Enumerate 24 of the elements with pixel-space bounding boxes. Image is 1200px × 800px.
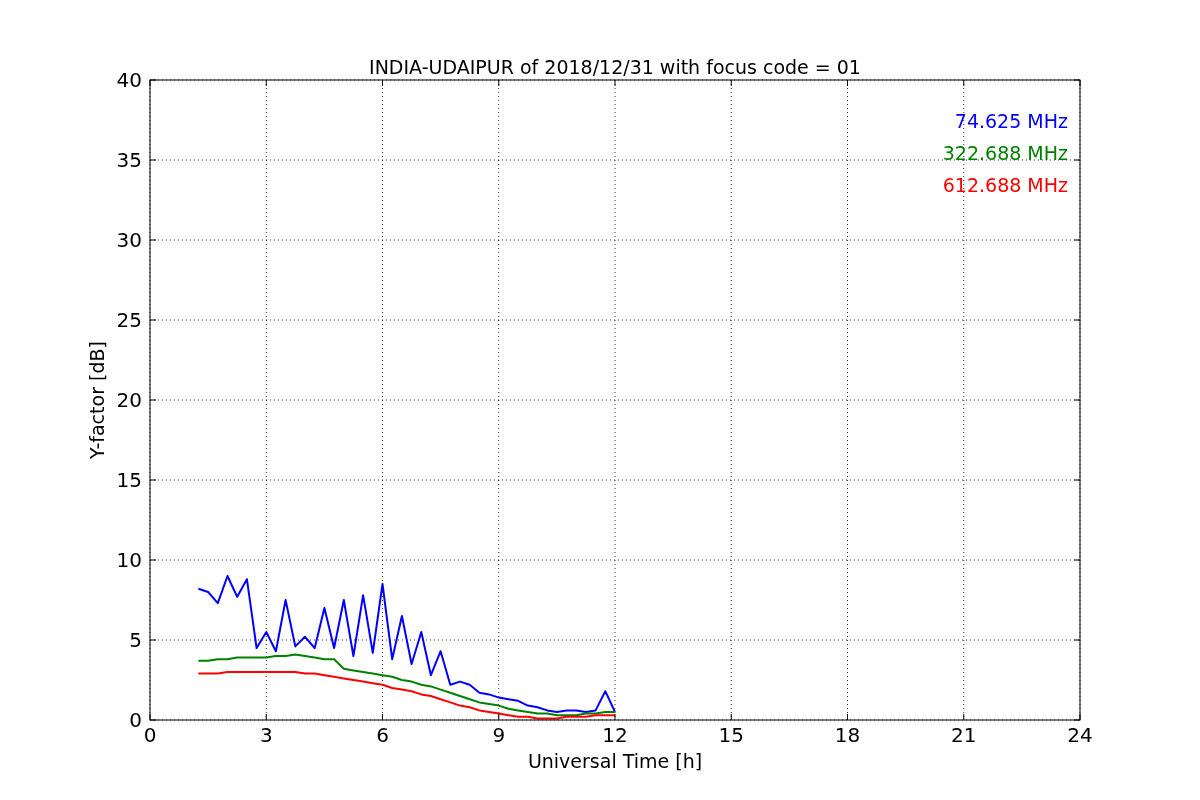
x-tick-label: 3 [259, 723, 273, 747]
y-tick-label: 10 [116, 548, 142, 572]
legend-label: 74.625 MHz [954, 110, 1068, 132]
y-tick-label: 35 [116, 148, 142, 172]
x-tick-label: 15 [718, 723, 744, 747]
y-tick-label: 15 [116, 468, 142, 492]
y-tick-label: 40 [116, 68, 142, 92]
legend-label: 612.688 MHz [942, 174, 1068, 196]
chart-title: INDIA-UDAIPUR of 2018/12/31 with focus code = 01 [369, 56, 861, 78]
x-tick-label: 24 [1067, 723, 1093, 747]
x-tick-label: 0 [143, 723, 157, 747]
y-tick-label: 20 [116, 388, 142, 412]
y-tick-label: 25 [116, 308, 142, 332]
x-tick-label: 21 [951, 723, 977, 747]
x-tick-label: 18 [834, 723, 861, 747]
y-axis-label: Y-factor [dB] [86, 341, 108, 459]
y-tick-label: 30 [116, 228, 142, 252]
legend-label: 322.688 MHz [942, 142, 1068, 164]
x-tick-label: 9 [492, 723, 506, 747]
x-tick-label: 12 [602, 723, 628, 747]
x-axis-label: Universal Time [h] [527, 750, 703, 772]
y-tick-label: 5 [129, 628, 142, 652]
x-tick-label: 6 [376, 723, 389, 747]
y-tick-label: 0 [129, 708, 142, 732]
